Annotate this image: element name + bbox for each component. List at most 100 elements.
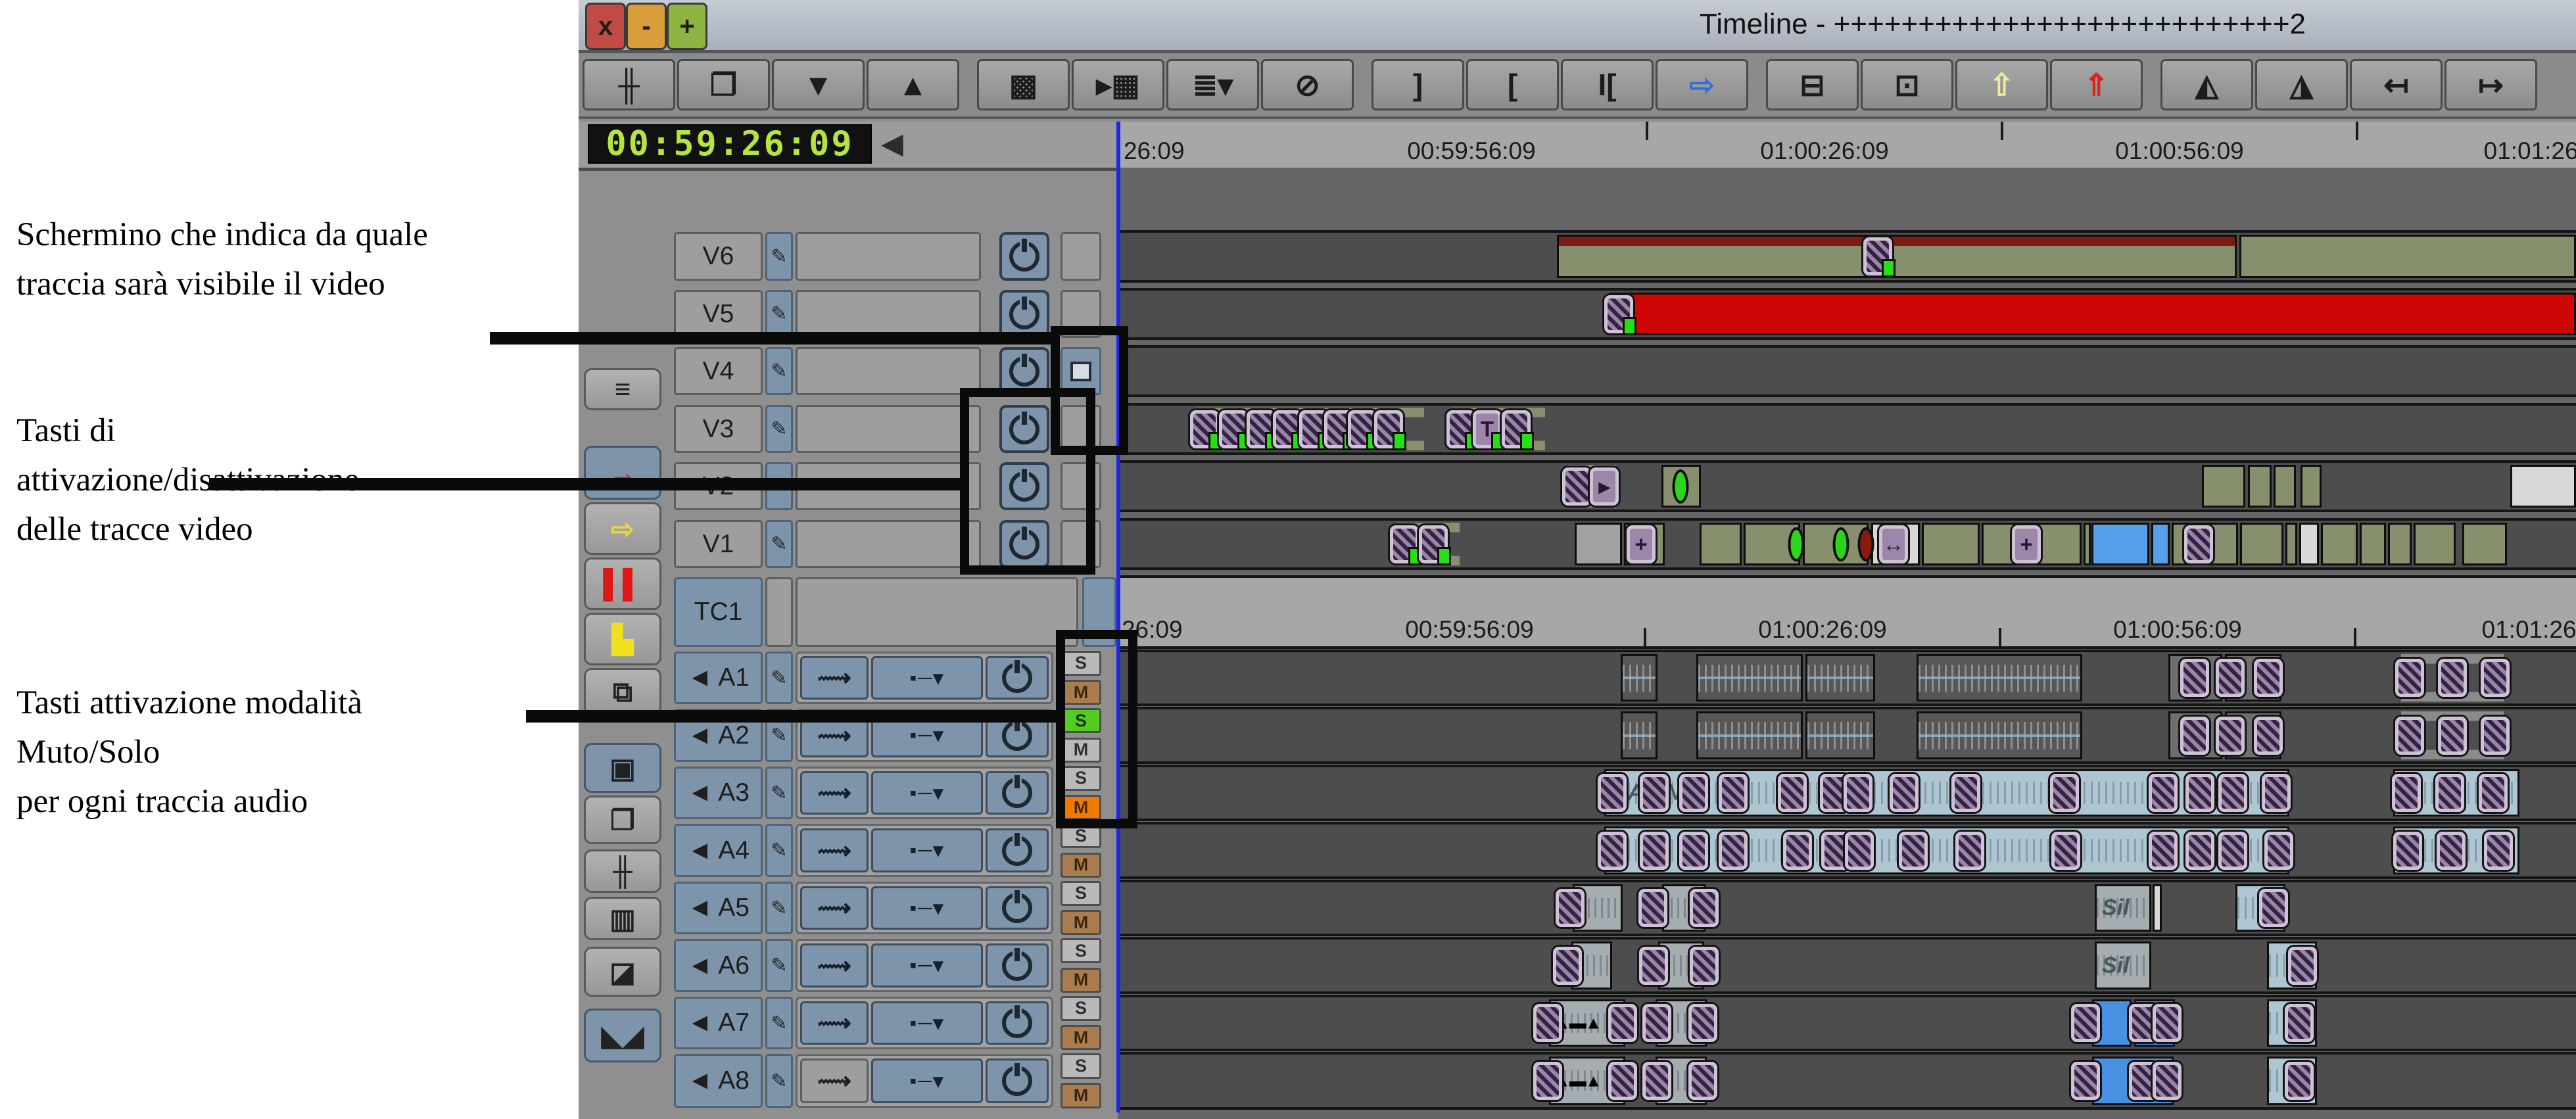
clip[interactable]: Sil [2095,941,2151,989]
mute-button-a6[interactable]: M [1061,968,1101,993]
clip[interactable] [2414,523,2456,565]
add-edit-icon[interactable]: I[ [1561,59,1654,110]
effect-icon[interactable] [2437,832,2466,870]
solo-button-a8[interactable]: S [1061,1053,1101,1079]
effect-icon[interactable] [2185,832,2214,870]
track-enable-button-a5[interactable] [986,886,1049,930]
track-enable-button-a8[interactable] [986,1059,1049,1103]
track-name-a4[interactable]: ◄ A4 [674,824,763,877]
timeline-lane-v2[interactable]: ▸ [1118,460,2576,512]
maximize-button[interactable]: + [667,3,707,50]
clip[interactable]: Sil [2095,884,2151,932]
clip[interactable] [2285,523,2297,565]
effect-icon[interactable] [1533,1004,1562,1042]
effect-icon[interactable] [2285,1062,2314,1100]
clip[interactable] [2462,523,2507,565]
effect-icon[interactable] [2438,717,2467,755]
timeline-lane-v5[interactable] [1118,288,2576,340]
waveform-button[interactable]: ⟿ [800,828,869,872]
timeline-lane-a5[interactable]: Sil [1118,880,2576,936]
effect-icon[interactable] [1844,774,1872,812]
track-enable-button-a4[interactable] [986,828,1049,872]
no-effect-icon[interactable]: ⊘ [1261,59,1354,110]
waveform-button[interactable]: ⟿ [800,886,869,930]
track-name-a1[interactable]: ◄ A1 [674,652,763,704]
splice-in-icon[interactable]: ⇨ [1656,59,1748,110]
automation-gain-button[interactable]: ▪─▾ [871,828,983,872]
title-bar[interactable]: x - + Timeline - +++++++++++++++++++++++… [579,0,2576,53]
effect-icon[interactable] [1608,1004,1637,1042]
effect-icon[interactable] [1690,889,1719,927]
effect-icon[interactable] [2438,659,2467,697]
solo-button-a7[interactable]: S [1061,996,1101,1021]
timeline-lane-a1[interactable] [1118,650,2576,706]
timeline-lane-a4[interactable] [1118,822,2576,879]
effect-icon-▸[interactable]: ▸ [1590,467,1619,506]
effect-icon[interactable] [1598,832,1627,870]
clip[interactable] [2240,523,2283,565]
pencil-icon[interactable]: ✎ [765,347,793,395]
effect-icon[interactable] [1719,774,1748,812]
effect-icon[interactable] [1533,1062,1562,1100]
effect-icon[interactable] [1951,774,1980,812]
close-button[interactable]: x [585,3,626,50]
effect-icon[interactable] [1688,1004,1717,1042]
effect-icon[interactable] [2185,774,2214,812]
effect-icon[interactable] [1374,410,1403,448]
effect-icon[interactable] [1955,832,1984,870]
clip[interactable] [2321,523,2358,565]
effect-icon[interactable] [2051,832,2080,870]
effect-icon[interactable] [1690,947,1719,985]
effect-icon-+[interactable]: + [1627,525,1656,563]
clip[interactable] [2151,523,2170,565]
effect-icon[interactable] [2216,659,2245,697]
effect-mode-icon[interactable]: ▩ [977,59,1070,110]
effect-icon[interactable] [1638,889,1667,927]
splice-segment-icon[interactable]: ≣▾ [1166,59,1259,110]
darkred-keyframe-icon[interactable] [1858,527,1874,561]
track-enable-button-a6[interactable] [986,943,1049,988]
effect-icon[interactable] [2259,889,2288,927]
clip[interactable] [1610,293,2576,335]
track-name-v4[interactable]: V4 [674,347,763,395]
track-name-tc1[interactable]: TC1 [674,577,763,647]
effect-icon[interactable] [2393,832,2422,870]
effect-icon[interactable] [1890,774,1919,812]
minimize-button[interactable]: - [626,3,667,50]
automation-gain-button[interactable]: ▪─▾ [871,771,983,815]
solo-button-a6[interactable]: S [1061,938,1101,963]
pencil-icon[interactable]: ✎ [765,939,793,992]
clip[interactable] [2510,465,2576,508]
effect-icon[interactable] [2180,659,2209,697]
effect-icon[interactable] [1719,832,1748,870]
track-enable-button-a3[interactable] [986,771,1049,815]
pencil-icon[interactable]: ✎ [765,824,793,877]
audio-mix-tool-icon[interactable]: ╫ [583,59,675,110]
effect-icon[interactable] [2180,717,2209,755]
effect-icon[interactable] [2264,832,2293,870]
green-keyframe-icon[interactable] [1673,469,1689,504]
track-enable-button-a7[interactable] [986,1001,1049,1045]
timeline-lane-a7[interactable]: ▲▬▲ [1118,995,2576,1051]
waveform-button[interactable]: ⟿ [800,771,869,815]
effect-icon[interactable] [1390,525,1419,563]
track-name-v3[interactable]: V3 [674,405,763,453]
effect-icon[interactable] [1783,832,1812,870]
clip[interactable] [1557,235,2237,278]
segment-splice-icon[interactable]: ⊡ [1861,59,1953,110]
waveform-button[interactable]: ⟿ [800,1001,869,1045]
clip[interactable] [1805,711,1875,759]
monitor-cell-v6[interactable] [1061,232,1101,281]
effect-icon[interactable] [2479,774,2508,812]
clip[interactable] [1575,523,1622,565]
clip[interactable] [1917,711,2082,759]
trim-left-icon[interactable]: ↤ [2350,59,2443,110]
effect-icon-+[interactable]: + [2012,525,2041,563]
track-name-a7[interactable]: ◄ A7 [674,997,763,1049]
clip[interactable] [1805,654,1875,702]
automation-gain-button[interactable]: ▪─▾ [871,656,983,700]
clip[interactable] [1696,711,1803,759]
effect-icon[interactable] [1863,237,1892,275]
timeline-lane-v1[interactable]: +↔+ [1118,518,2576,570]
timeline-lane-tc1[interactable]: 26:0900:59:56:0901:00:26:0901:00:56:0901… [1118,575,2576,649]
